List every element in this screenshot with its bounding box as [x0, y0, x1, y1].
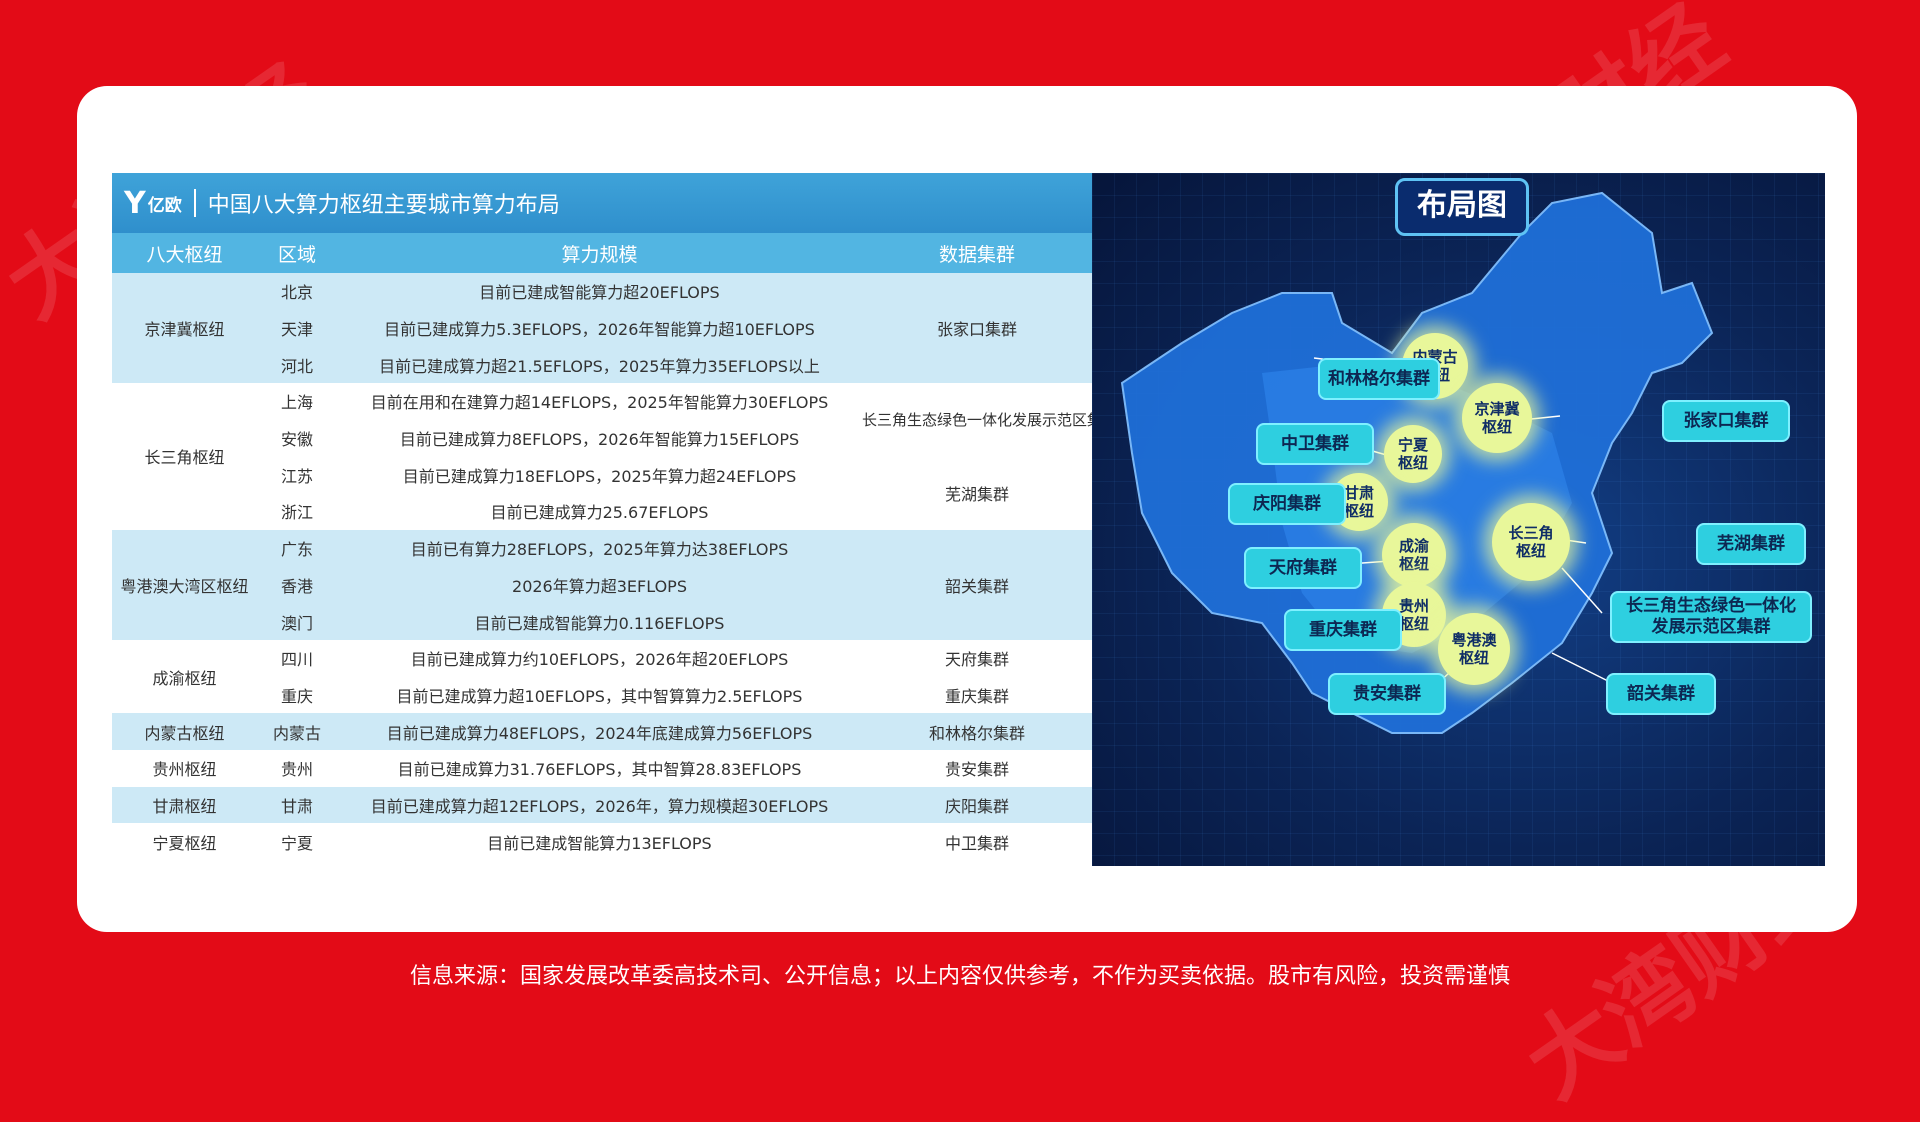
cluster-guian: 贵安集群 [1328, 673, 1446, 715]
region-cell: 宁夏 [257, 823, 337, 860]
table-title: 中国八大算力枢纽主要城市算力布局 [207, 193, 560, 218]
hub-cell: 长三角枢纽 [112, 383, 257, 530]
region-cell: 北京 [257, 273, 337, 310]
cluster-zhongwei: 中卫集群 [1256, 423, 1374, 465]
region-cell: 澳门 [257, 603, 337, 640]
region-cell: 贵州 [257, 749, 337, 787]
region-cell: 内蒙古 [257, 713, 337, 750]
cluster-changsanjiao-demo: 长三角生态绿色一体化 发展示范区集群 [1610, 591, 1812, 643]
scale-cell: 目前已建成智能算力0.116EFLOPS [337, 603, 862, 640]
header-cluster: 数据集群 [862, 233, 1092, 273]
hub-cell: 贵州枢纽 [112, 749, 257, 787]
region-cell: 浙江 [257, 493, 337, 530]
scale-cell: 目前已建成智能算力超20EFLOPS [337, 273, 862, 310]
hub-changsanjiao: 长三角 枢纽 [1492, 503, 1570, 581]
table-row: 粤港澳大湾区枢纽 广东 目前已有算力28EFLOPS，2025年算力达38EFLOP… [112, 529, 1092, 640]
hub-cell: 内蒙古枢纽 [112, 713, 257, 750]
hub-table: 八大枢纽 区域 算力规模 数据集群 京津冀枢纽 北京 目前已建成智能算力超20EFL… [112, 233, 1092, 860]
title-divider [193, 189, 196, 217]
cluster-tianfu: 天府集群 [1244, 547, 1362, 589]
hub-ningxia: 宁夏 枢纽 [1384, 425, 1442, 483]
scale-cell: 2026年算力超3EFLOPS [337, 566, 862, 604]
cluster-zhangjiakou: 张家口集群 [1662, 400, 1790, 442]
region-cell: 重庆 [257, 676, 337, 714]
scale-cell: 目前已建成算力31.76EFLOPS，其中智算28.83EFLOPS [337, 749, 862, 787]
header-region: 区域 [257, 233, 337, 273]
cluster-cell: 重庆集群 [862, 676, 1092, 714]
cluster-cell: 贵安集群 [862, 749, 1092, 787]
region-cell: 四川 [257, 639, 337, 677]
region-cell: 天津 [257, 309, 337, 347]
table-row: 宁夏枢纽 宁夏 目前已建成智能算力13EFLOPS 中卫集群 [112, 823, 1092, 860]
layout-map: 布局图 内蒙古 枢纽 京津冀 枢纽 宁夏 枢纽 甘肃 枢纽 成渝 枢纽 长三角 … [1092, 173, 1825, 866]
scale-cell: 目前已有算力28EFLOPS，2025年算力达38EFLOPS [337, 529, 862, 567]
table-row: 内蒙古枢纽 内蒙古 目前已建成算力48EFLOPS，2024年底建成算力56EFLO… [112, 713, 1092, 750]
china-map-svg [1120, 191, 1714, 734]
hub-yuegangao: 粤港澳 枢纽 [1438, 613, 1510, 685]
region-cell: 香港 [257, 566, 337, 604]
hub-table-panel: Y 亿欧 中国八大算力枢纽主要城市算力布局 八大枢纽 区域 算力规模 数据集群 … [112, 173, 1092, 860]
cluster-helingeer: 和林格尔集群 [1318, 358, 1440, 400]
hub-chengyu: 成渝 枢纽 [1382, 523, 1446, 587]
cluster-cell: 庆阳集群 [862, 786, 1092, 824]
table-row: 重庆 目前已建成算力超10EFLOPS，其中智算算力2.5EFLOPS 重庆集群 [112, 676, 1092, 714]
cluster-cell: 芜湖集群 [862, 456, 1092, 530]
table-row: 贵州枢纽 贵州 目前已建成算力31.76EFLOPS，其中智算28.83EFLOPS… [112, 749, 1092, 787]
cluster-chongqing: 重庆集群 [1284, 609, 1402, 651]
table-row: 江苏 目前已建成算力18EFLOPS，2025年算力超24EFLOPS 芜湖集群 [112, 456, 1092, 530]
region-cell: 上海 [257, 383, 337, 420]
cluster-qingyang: 庆阳集群 [1228, 483, 1346, 525]
table-body: 京津冀枢纽 北京 目前已建成智能算力超20EFLOPS 张家口集群 天津 目前已建成算力5… [112, 273, 1092, 860]
region-cell: 甘肃 [257, 786, 337, 824]
hub-cell: 宁夏枢纽 [112, 823, 257, 860]
logo-text: 亿欧 [147, 195, 182, 216]
region-cell: 广东 [257, 529, 337, 567]
scale-cell: 目前已建成算力超10EFLOPS，其中智算算力2.5EFLOPS [337, 676, 862, 714]
scale-cell: 目前已建成算力5.3EFLOPS，2026年智能算力超10EFLOPS [337, 309, 862, 347]
region-cell: 河北 [257, 346, 337, 384]
hub-jingjinji: 京津冀 枢纽 [1462, 383, 1532, 453]
hub-cell: 成渝枢纽 [112, 639, 257, 714]
cluster-cell: 和林格尔集群 [862, 713, 1092, 750]
scale-cell: 目前已建成算力48EFLOPS，2024年底建成算力56EFLOPS [337, 713, 862, 750]
yiou-logo-icon: Y [124, 185, 146, 221]
yiou-logo: Y 亿欧 [124, 186, 182, 221]
hub-cell: 粤港澳大湾区枢纽 [112, 529, 257, 640]
cluster-cell: 长三角生态绿色一体化发展示范区集群 [862, 383, 1092, 457]
scale-cell: 目前已建成算力8EFLOPS，2026年智能算力15EFLOPS [337, 419, 862, 457]
map-title: 布局图 [1395, 178, 1529, 236]
cluster-cell: 天府集群 [862, 639, 1092, 677]
region-cell: 安徽 [257, 419, 337, 457]
hub-cell: 甘肃枢纽 [112, 786, 257, 824]
table-row: 成渝枢纽 四川 目前已建成算力约10EFLOPS，2026年超20EFLOPS 天府集… [112, 639, 1092, 714]
table-row: 京津冀枢纽 北京 目前已建成智能算力超20EFLOPS 张家口集群 [112, 273, 1092, 384]
scale-cell: 目前已建成智能算力13EFLOPS [337, 823, 862, 860]
scale-cell: 目前已建成算力25.67EFLOPS [337, 493, 862, 530]
cluster-wuhu: 芜湖集群 [1696, 523, 1806, 565]
scale-cell: 目前已建成算力超21.5EFLOPS，2025年算力35EFLOPS以上 [337, 346, 862, 384]
header-hub: 八大枢纽 [112, 233, 257, 273]
scale-cell: 目前已建成算力约10EFLOPS，2026年超20EFLOPS [337, 639, 862, 677]
table-title-bar: Y 亿欧 中国八大算力枢纽主要城市算力布局 [112, 173, 1092, 233]
hub-cell: 京津冀枢纽 [112, 273, 257, 384]
scale-cell: 目前已建成算力超12EFLOPS，2026年，算力规模超30EFLOPS [337, 786, 862, 824]
cluster-cell: 韶关集群 [862, 529, 1092, 640]
scale-cell: 目前已建成算力18EFLOPS，2025年算力超24EFLOPS [337, 456, 862, 494]
table-row: 长三角枢纽 上海 目前在用和在建算力超14EFLOPS，2025年智能算力30EFL… [112, 383, 1092, 530]
header-scale: 算力规模 [337, 233, 862, 273]
scale-cell: 目前在用和在建算力超14EFLOPS，2025年智能算力30EFLOPS [337, 383, 862, 420]
cluster-shaoguan: 韶关集群 [1606, 673, 1716, 715]
table-header-row: 八大枢纽 区域 算力规模 数据集群 [112, 233, 1092, 273]
cluster-cell: 张家口集群 [862, 273, 1092, 384]
source-note: 信息来源：国家发展改革委高技术司、公开信息；以上内容仅供参考，不作为买卖依据。股… [409, 964, 1510, 989]
table-row: 甘肃枢纽 甘肃 目前已建成算力超12EFLOPS，2026年，算力规模超30EFLO… [112, 786, 1092, 824]
region-cell: 江苏 [257, 456, 337, 494]
cluster-cell: 中卫集群 [862, 823, 1092, 860]
